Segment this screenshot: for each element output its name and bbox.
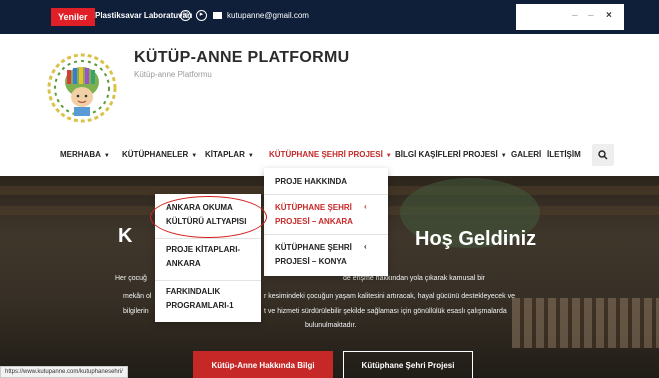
menu-item-ankara[interactable]: KÜTÜPHANE ŞEHRİ PROJESİ – ANKARA xyxy=(275,201,353,229)
hero-heading-left: K xyxy=(118,225,133,247)
chevron-left-icon: ‹ xyxy=(364,242,367,251)
menu-item-label: ANKARA xyxy=(166,259,201,268)
chevron-down-icon: ▼ xyxy=(103,153,110,159)
nav-kutuphaneler[interactable]: KÜTÜPHANELER ▼ xyxy=(122,142,197,168)
nav-label: KÜTÜPHANE ŞEHRİ PROJESİ xyxy=(269,150,383,159)
mail-icon xyxy=(213,12,222,19)
maximize-button[interactable]: – xyxy=(588,10,594,21)
nav-bilgi-kasifleri-projesi[interactable]: BİLGİ KAŞİFLERİ PROJESİ ▼ xyxy=(395,142,507,168)
hero-text-line: mekân ol xyxy=(123,293,152,300)
menu-item-proje-hakkinda[interactable]: PROJE HAKKINDA xyxy=(275,175,347,189)
nav-merhaba[interactable]: MERHABA ▼ xyxy=(60,142,110,168)
nav-iletisim[interactable]: İLETİŞİM xyxy=(547,142,581,168)
hero-text-line: bilgilerin xyxy=(123,308,149,315)
menu-item-label: PROJESİ – ANKARA xyxy=(275,217,353,226)
about-button[interactable]: Kütüp-Anne Hakkında Bilgi xyxy=(193,351,333,378)
nav-label: İLETİŞİM xyxy=(547,150,581,159)
nav-kitaplar[interactable]: KİTAPLAR ▼ xyxy=(205,142,254,168)
hero-heading: Hoş Geldiniz xyxy=(415,228,537,250)
main-nav: MERHABA ▼ KÜTÜPHANELER ▼ KİTAPLAR ▼ KÜTÜPHA… xyxy=(0,142,659,168)
contact-email[interactable]: kutupanne@gmail.com xyxy=(227,11,309,20)
city-project-button[interactable]: Kütüphane Şehri Projesi xyxy=(343,351,473,378)
nav-kutuphane-sehri-projesi[interactable]: KÜTÜPHANE ŞEHRİ PROJESİ ▼ xyxy=(264,142,397,168)
hero-text-line: t ve hizmeti sürdürülebilir şekilde sağl… xyxy=(264,308,507,315)
nav-label: KÜTÜPHANELER xyxy=(122,150,189,159)
chevron-down-icon: ▼ xyxy=(247,153,254,159)
minimize-button[interactable]: – xyxy=(572,10,578,21)
nav-galeri[interactable]: GALERİ xyxy=(511,142,541,168)
menu-item-label: FARKINDALIK xyxy=(166,287,221,296)
project-dropdown: PROJE HAKKINDA KÜTÜPHANE ŞEHRİ PROJESİ –… xyxy=(264,168,388,276)
hero-text-line: bulunulmaktadır. xyxy=(305,322,357,329)
chevron-down-icon: ▼ xyxy=(500,153,507,159)
platform-logo[interactable] xyxy=(47,52,117,124)
nav-label: GALERİ xyxy=(511,150,542,159)
highlight-circle xyxy=(150,196,267,238)
chevron-down-icon: ▼ xyxy=(385,153,392,159)
nav-label: KİTAPLAR xyxy=(205,150,245,159)
hero-text-line: de erişme hakkından yola çıkarak kamusal… xyxy=(343,275,486,282)
chevron-down-icon: ▼ xyxy=(191,153,198,159)
nav-label: BİLGİ KAŞİFLERİ PROJESİ xyxy=(395,150,498,159)
menu-item-konya[interactable]: KÜTÜPHANE ŞEHRİ PROJESİ – KONYA xyxy=(275,241,352,269)
new-badge[interactable]: Yeniler xyxy=(51,8,95,26)
window-controls: – – × xyxy=(516,4,624,30)
menu-item-label: PROJESİ – KONYA xyxy=(275,257,347,266)
menu-item-label: PROJE HAKKINDA xyxy=(275,177,348,186)
menu-item-label: KÜTÜPHANE ŞEHRİ xyxy=(275,203,352,212)
menu-item-proje-kitaplari[interactable]: PROJE KİTAPLARI- ANKARA xyxy=(166,243,240,271)
search-button[interactable] xyxy=(592,144,614,166)
menu-item-label: PROGRAMLARI-1 xyxy=(166,301,234,310)
menu-item-label: KÜTÜPHANE ŞEHRİ xyxy=(275,243,352,252)
hero-text-line: r kesimindeki çocuğun yaşam kalitesini a… xyxy=(264,293,515,300)
search-icon xyxy=(598,150,608,160)
youtube-icon[interactable]: ▸ xyxy=(196,10,207,21)
menu-item-label: PROJE KİTAPLARI- xyxy=(166,245,241,254)
plastic-lab-link[interactable]: Plastiksavar Laboratuvarı xyxy=(95,11,192,20)
menu-divider xyxy=(264,234,388,235)
close-button[interactable]: × xyxy=(606,10,612,21)
menu-divider xyxy=(155,280,261,281)
instagram-icon[interactable]: ◎ xyxy=(180,10,191,21)
status-bar-url: https://www.kutupanne.com/kutuphanesehri… xyxy=(0,366,128,378)
chevron-left-icon: ‹ xyxy=(364,202,367,211)
top-bar: Yeniler Plastiksavar Laboratuvarı ◎ ▸ ku… xyxy=(0,0,659,34)
site-header: KÜTÜP-ANNE PLATFORMU Kütüp-anne Platform… xyxy=(0,34,659,176)
menu-divider xyxy=(155,238,261,239)
site-subtitle: Kütüp-anne Platformu xyxy=(134,70,212,79)
site-title[interactable]: KÜTÜP-ANNE PLATFORMU xyxy=(134,49,349,67)
menu-item-farkindalik[interactable]: FARKINDALIK PROGRAMLARI-1 xyxy=(166,285,234,313)
menu-divider xyxy=(264,194,388,195)
hero-text-line: Her çocuğ xyxy=(115,275,147,282)
nav-label: MERHABA xyxy=(60,150,101,159)
